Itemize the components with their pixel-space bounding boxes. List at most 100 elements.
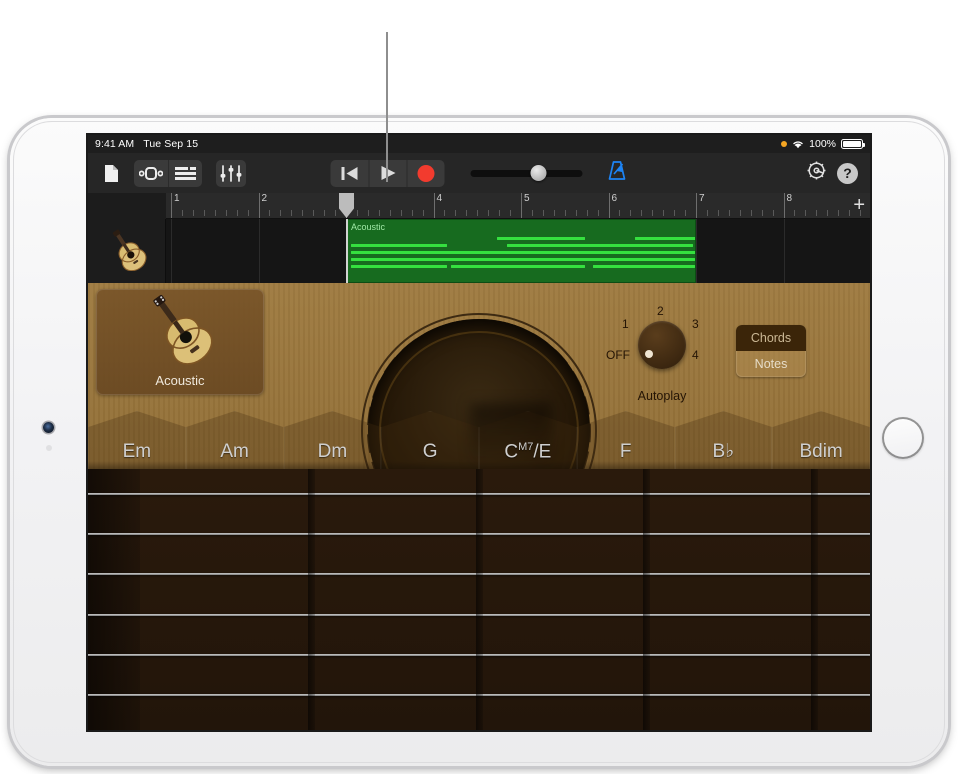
autoplay-label-2[interactable]: 2 xyxy=(657,304,664,318)
ruler-sub-tick xyxy=(740,210,741,216)
autoplay-label-off[interactable]: OFF xyxy=(606,348,630,362)
chord-strip[interactable]: G xyxy=(381,411,479,473)
midi-note xyxy=(635,237,696,240)
ruler-sub-tick xyxy=(554,210,555,216)
ruler-sub-tick xyxy=(466,210,467,216)
autoplay-knob[interactable] xyxy=(638,321,686,369)
chord-name: CM7/E xyxy=(504,441,551,463)
midi-note xyxy=(547,237,585,240)
home-button[interactable] xyxy=(882,417,924,459)
ruler-sub-tick xyxy=(193,210,194,216)
record-icon[interactable] xyxy=(407,160,445,187)
ruler-sub-tick xyxy=(816,210,817,216)
chord-strip[interactable]: Bdim xyxy=(772,411,870,473)
track-lane[interactable]: Acoustic xyxy=(166,219,870,283)
lane-grid-line xyxy=(171,219,172,283)
ruler-sub-tick xyxy=(674,210,675,216)
ruler-sub-tick xyxy=(652,210,653,216)
notes-button[interactable]: Notes xyxy=(736,351,806,377)
ruler-sub-tick xyxy=(773,210,774,216)
ruler-bar-number: 5 xyxy=(521,193,530,204)
documents-icon[interactable] xyxy=(96,160,126,187)
ruler-sub-tick xyxy=(357,210,358,216)
ipad-device: 9:41 AM Tue Sep 15 100% xyxy=(10,118,948,766)
ruler-sub-tick xyxy=(805,210,806,216)
ruler-sub-tick xyxy=(182,210,183,216)
ruler-sub-tick xyxy=(226,210,227,216)
midi-note xyxy=(585,258,695,261)
ruler-sub-tick xyxy=(204,210,205,216)
instrument-card-label: Acoustic xyxy=(155,373,204,388)
ruler-sub-tick xyxy=(685,210,686,216)
autoplay-label-4[interactable]: 4 xyxy=(692,348,699,362)
ruler-sub-tick xyxy=(663,210,664,216)
ruler-sub-tick xyxy=(269,210,270,216)
ruler-sub-tick xyxy=(619,210,620,216)
instrument-browser-icon[interactable] xyxy=(134,160,168,187)
front-camera-icon xyxy=(43,422,54,433)
main-toolbar: ? xyxy=(88,153,870,193)
timeline-ruler[interactable]: 12345678 xyxy=(166,193,870,219)
chord-strip[interactable]: B♭ xyxy=(675,411,773,473)
battery-percent-label: 100% xyxy=(809,138,836,150)
master-volume-slider[interactable] xyxy=(471,160,583,187)
chord-strip[interactable]: Em xyxy=(88,411,186,473)
fretboard[interactable] xyxy=(88,469,870,730)
status-time: 9:41 AM xyxy=(95,138,134,150)
fret-line xyxy=(643,469,650,730)
status-bar: 9:41 AM Tue Sep 15 100% xyxy=(88,135,870,153)
midi-note xyxy=(497,237,551,240)
instrument-selector-card[interactable]: Acoustic xyxy=(96,289,264,395)
midi-region[interactable]: Acoustic xyxy=(346,219,696,283)
region-label: Acoustic xyxy=(347,220,695,232)
mixer-faders-icon[interactable] xyxy=(216,160,246,187)
ruler-bar-number: 7 xyxy=(696,193,705,204)
playhead-handle[interactable] xyxy=(339,193,354,218)
chords-button[interactable]: Chords xyxy=(736,325,806,351)
rewind-icon[interactable] xyxy=(331,160,369,187)
ruler-sub-tick xyxy=(532,210,533,216)
playhead-line xyxy=(346,219,348,283)
slider-knob[interactable] xyxy=(531,165,547,181)
ruler-sub-tick xyxy=(401,210,402,216)
ruler-sub-tick xyxy=(751,210,752,216)
callout-pointer-line xyxy=(386,32,388,182)
chord-strip[interactable]: F xyxy=(577,411,675,473)
autoplay-control[interactable]: OFF 1 2 3 4 Autoplay xyxy=(612,303,712,401)
ruler-sub-tick xyxy=(499,210,500,216)
ruler-sub-tick xyxy=(729,210,730,216)
autoplay-knob-indicator xyxy=(645,350,653,358)
autoplay-label-3[interactable]: 3 xyxy=(692,317,699,331)
ruler-sub-tick xyxy=(598,210,599,216)
settings-gear-icon[interactable] xyxy=(806,160,827,186)
chord-name: F xyxy=(620,441,632,463)
track-header-acoustic[interactable] xyxy=(88,219,166,283)
ruler-sub-tick xyxy=(237,210,238,216)
ruler-sub-tick xyxy=(313,210,314,216)
orange-dot-icon xyxy=(781,141,787,147)
autoplay-label-1[interactable]: 1 xyxy=(622,317,629,331)
ruler-sub-tick xyxy=(827,210,828,216)
add-track-button[interactable]: + xyxy=(853,196,865,214)
tracks-view-icon[interactable] xyxy=(168,160,202,187)
chord-strip[interactable]: Dm xyxy=(284,411,382,473)
ruler-sub-tick xyxy=(587,210,588,216)
ruler-sub-tick xyxy=(335,210,336,216)
track-controls-group xyxy=(216,160,246,187)
view-toggle-group xyxy=(134,160,202,187)
ruler-sub-tick xyxy=(423,210,424,216)
help-icon[interactable]: ? xyxy=(837,163,858,184)
ruler-sub-tick xyxy=(324,210,325,216)
lane-grid-line xyxy=(696,219,697,283)
ruler-bar-number: 6 xyxy=(609,193,618,204)
chord-strip[interactable]: Am xyxy=(186,411,284,473)
midi-note xyxy=(559,265,585,268)
wifi-icon xyxy=(792,139,804,149)
ruler-sub-tick xyxy=(510,210,511,216)
chord-name: G xyxy=(423,441,438,463)
ruler-sub-tick xyxy=(707,210,708,216)
transport-controls xyxy=(331,160,628,187)
metronome-icon[interactable] xyxy=(607,161,628,186)
ruler-sub-tick xyxy=(488,210,489,216)
ruler-bar-number: 1 xyxy=(171,193,180,204)
